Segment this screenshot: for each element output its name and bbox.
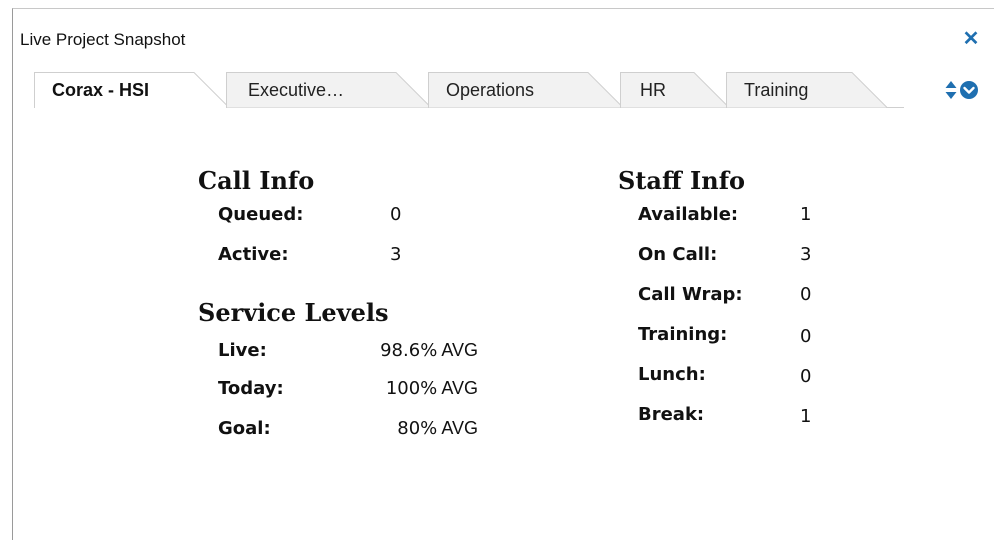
today-percent: 100% [385, 378, 438, 399]
goal-unit: AVG [441, 418, 478, 438]
tab-hr[interactable]: HR [620, 72, 730, 108]
tab-operations[interactable]: Operations [428, 72, 624, 108]
break-value: 1 [800, 406, 812, 427]
today-value: 100% AVG [320, 378, 478, 399]
training-value: 0 [800, 326, 812, 347]
available-value: 1 [800, 204, 812, 225]
tab-label: Corax - HSI [52, 80, 150, 100]
live-percent: 98.6% [380, 340, 438, 361]
tab-label: Training [744, 80, 809, 100]
sort-up-down-icon[interactable] [944, 80, 958, 100]
today-label: Today: [218, 378, 284, 399]
today-unit: AVG [441, 378, 478, 398]
goal-percent: 80% [397, 418, 438, 439]
staff-info-heading: Staff Info [618, 166, 746, 195]
live-unit: AVG [441, 340, 478, 360]
tab-training[interactable]: Training [726, 72, 888, 108]
tab-label: HR [640, 80, 666, 100]
active-label: Active: [218, 244, 289, 265]
training-label: Training: [638, 324, 728, 345]
lunch-label: Lunch: [638, 364, 706, 385]
tab-scroll-controls [944, 80, 984, 100]
tab-label: Operations [446, 80, 535, 100]
tab-shape [620, 72, 730, 108]
call-wrap-value: 0 [800, 284, 812, 305]
goal-label: Goal: [218, 418, 271, 439]
on-call-value: 3 [800, 244, 812, 265]
on-call-label: On Call: [638, 244, 718, 265]
call-info-heading: Call Info [198, 166, 315, 195]
live-value: 98.6% AVG [320, 340, 478, 361]
call-wrap-label: Call Wrap: [638, 284, 743, 305]
available-label: Available: [638, 204, 739, 225]
active-value: 3 [390, 244, 402, 265]
goal-value: 80% AVG [320, 418, 478, 439]
live-label: Live: [218, 340, 267, 361]
chevron-down-circle-icon[interactable] [960, 81, 978, 99]
lunch-value: 0 [800, 366, 812, 387]
panel-title: Live Project Snapshot [20, 30, 186, 49]
tab-label: Executive… [248, 80, 345, 100]
close-icon[interactable]: ✕ [962, 29, 980, 49]
tab-corax-hsi[interactable]: Corax - HSI [34, 72, 230, 108]
service-levels-heading: Service Levels [198, 298, 389, 327]
queued-label: Queued: [218, 204, 304, 225]
queued-value: 0 [390, 204, 402, 225]
break-label: Break: [638, 404, 705, 425]
tab-executive[interactable]: Executive… [226, 72, 432, 108]
